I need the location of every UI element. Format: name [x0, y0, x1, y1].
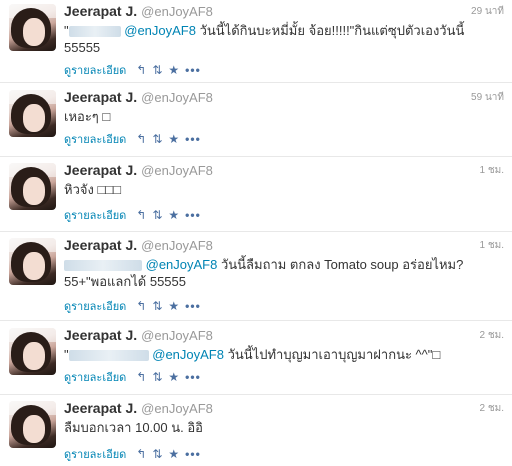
tweet: Jeerapat J. @enJoyAF8 59 นาที เหอะๆ □ ดูร… — [0, 86, 512, 157]
view-details-link[interactable]: ดูรายละเอียด — [64, 130, 126, 148]
retweet-icon[interactable]: ⇅ — [152, 133, 162, 145]
avatar[interactable] — [9, 328, 56, 375]
author-name[interactable]: Jeerapat J. @enJoyAF8 — [64, 327, 213, 343]
author-name[interactable]: Jeerapat J. @enJoyAF8 — [64, 3, 213, 19]
tweet: Jeerapat J. @enJoyAF8 2 ชม. " @enJoyAF8 ว… — [0, 324, 512, 395]
tweet-text: " @enJoyAF8 วันนี้ได้กินบะหมี่มั้ย จ้อย!… — [64, 23, 465, 55]
more-icon[interactable]: ••• — [185, 209, 201, 221]
tweet: Jeerapat J. @enJoyAF8 1 ชม. @enJoyAF8 วัน… — [0, 234, 512, 321]
author-handle[interactable]: @enJoyAF8 — [141, 401, 213, 416]
view-details-link[interactable]: ดูรายละเอียด — [64, 368, 126, 386]
retweet-icon[interactable]: ⇅ — [152, 448, 162, 460]
author-handle[interactable]: @enJoyAF8 — [141, 238, 213, 253]
avatar[interactable] — [9, 401, 56, 448]
star-icon[interactable]: ★ — [168, 371, 179, 383]
tweet-timestamp[interactable]: 59 นาที — [471, 90, 504, 105]
blurred-mention — [64, 260, 142, 272]
tweet-actions: ดูรายละเอียด ↰ ⇅ ★ ••• — [64, 130, 207, 148]
retweet-icon[interactable]: ⇅ — [152, 300, 162, 312]
retweet-icon[interactable]: ⇅ — [152, 64, 162, 76]
star-icon[interactable]: ★ — [168, 209, 179, 221]
tweet-text: ลืมบอกเวลา 10.00 น. อิอิ — [64, 420, 203, 435]
tweet-actions: ดูรายละเอียด ↰ ⇅ ★ ••• — [64, 368, 207, 386]
more-icon[interactable]: ••• — [185, 133, 201, 145]
tweet-timestamp[interactable]: 1 ชม. — [480, 238, 505, 253]
view-details-link[interactable]: ดูรายละเอียด — [64, 206, 126, 224]
tweet-text: " @enJoyAF8 วันนี้ไปทำบุญมาเอาบุญมาฝากนะ… — [64, 347, 441, 362]
more-icon[interactable]: ••• — [185, 64, 201, 76]
reply-icon[interactable]: ↰ — [136, 371, 146, 383]
tweet-text: @enJoyAF8 วันนี้ลืมถาม ตกลง Tomato soup … — [64, 257, 464, 289]
more-icon[interactable]: ••• — [185, 448, 201, 460]
mention-link[interactable]: @enJoyAF8 — [124, 23, 196, 38]
tweet-feed: Jeerapat J. @enJoyAF8 29 นาที " @enJoyAF8… — [0, 0, 512, 466]
tweet-timestamp[interactable]: 29 นาที — [471, 4, 504, 19]
author-name[interactable]: Jeerapat J. @enJoyAF8 — [64, 89, 213, 105]
tweet-timestamp[interactable]: 1 ชม. — [480, 163, 505, 178]
view-details-link[interactable]: ดูรายละเอียด — [64, 297, 126, 315]
mention-link[interactable]: @enJoyAF8 — [152, 347, 224, 362]
author-name[interactable]: Jeerapat J. @enJoyAF8 — [64, 400, 213, 416]
view-details-link[interactable]: ดูรายละเอียด — [64, 445, 126, 463]
author-handle[interactable]: @enJoyAF8 — [141, 4, 213, 19]
star-icon[interactable]: ★ — [168, 133, 179, 145]
reply-icon[interactable]: ↰ — [136, 300, 146, 312]
view-details-link[interactable]: ดูรายละเอียด — [64, 61, 126, 79]
tweet: Jeerapat J. @enJoyAF8 2 ชม. ลืมบอกเวลา 10… — [0, 397, 512, 465]
star-icon[interactable]: ★ — [168, 300, 179, 312]
star-icon[interactable]: ★ — [168, 64, 179, 76]
author-handle[interactable]: @enJoyAF8 — [141, 90, 213, 105]
tweet-actions: ดูรายละเอียด ↰ ⇅ ★ ••• — [64, 445, 207, 463]
more-icon[interactable]: ••• — [185, 371, 201, 383]
reply-icon[interactable]: ↰ — [136, 133, 146, 145]
avatar[interactable] — [9, 163, 56, 210]
avatar[interactable] — [9, 238, 56, 285]
tweet-text: หิวจัง □□□ — [64, 182, 122, 197]
tweet-text: เหอะๆ □ — [64, 109, 111, 124]
reply-icon[interactable]: ↰ — [136, 209, 146, 221]
tweet: Jeerapat J. @enJoyAF8 29 นาที " @enJoyAF8… — [0, 0, 512, 83]
retweet-icon[interactable]: ⇅ — [152, 371, 162, 383]
mention-link[interactable]: @enJoyAF8 — [146, 257, 218, 272]
tweet-actions: ดูรายละเอียด ↰ ⇅ ★ ••• — [64, 297, 207, 315]
star-icon[interactable]: ★ — [168, 448, 179, 460]
author-name[interactable]: Jeerapat J. @enJoyAF8 — [64, 162, 213, 178]
blurred-mention — [68, 26, 121, 38]
blurred-mention — [68, 350, 149, 362]
tweet: Jeerapat J. @enJoyAF8 1 ชม. หิวจัง □□□ ดู… — [0, 159, 512, 232]
tweet-timestamp[interactable]: 2 ชม. — [480, 328, 505, 343]
reply-icon[interactable]: ↰ — [136, 448, 146, 460]
retweet-icon[interactable]: ⇅ — [152, 209, 162, 221]
tweet-actions: ดูรายละเอียด ↰ ⇅ ★ ••• — [64, 206, 207, 224]
author-name[interactable]: Jeerapat J. @enJoyAF8 — [64, 237, 213, 253]
reply-icon[interactable]: ↰ — [136, 64, 146, 76]
tweet-timestamp[interactable]: 2 ชม. — [480, 401, 505, 416]
avatar[interactable] — [9, 90, 56, 137]
author-handle[interactable]: @enJoyAF8 — [141, 163, 213, 178]
tweet-actions: ดูรายละเอียด ↰ ⇅ ★ ••• — [64, 61, 207, 79]
avatar[interactable] — [9, 4, 56, 51]
author-handle[interactable]: @enJoyAF8 — [141, 328, 213, 343]
more-icon[interactable]: ••• — [185, 300, 201, 312]
